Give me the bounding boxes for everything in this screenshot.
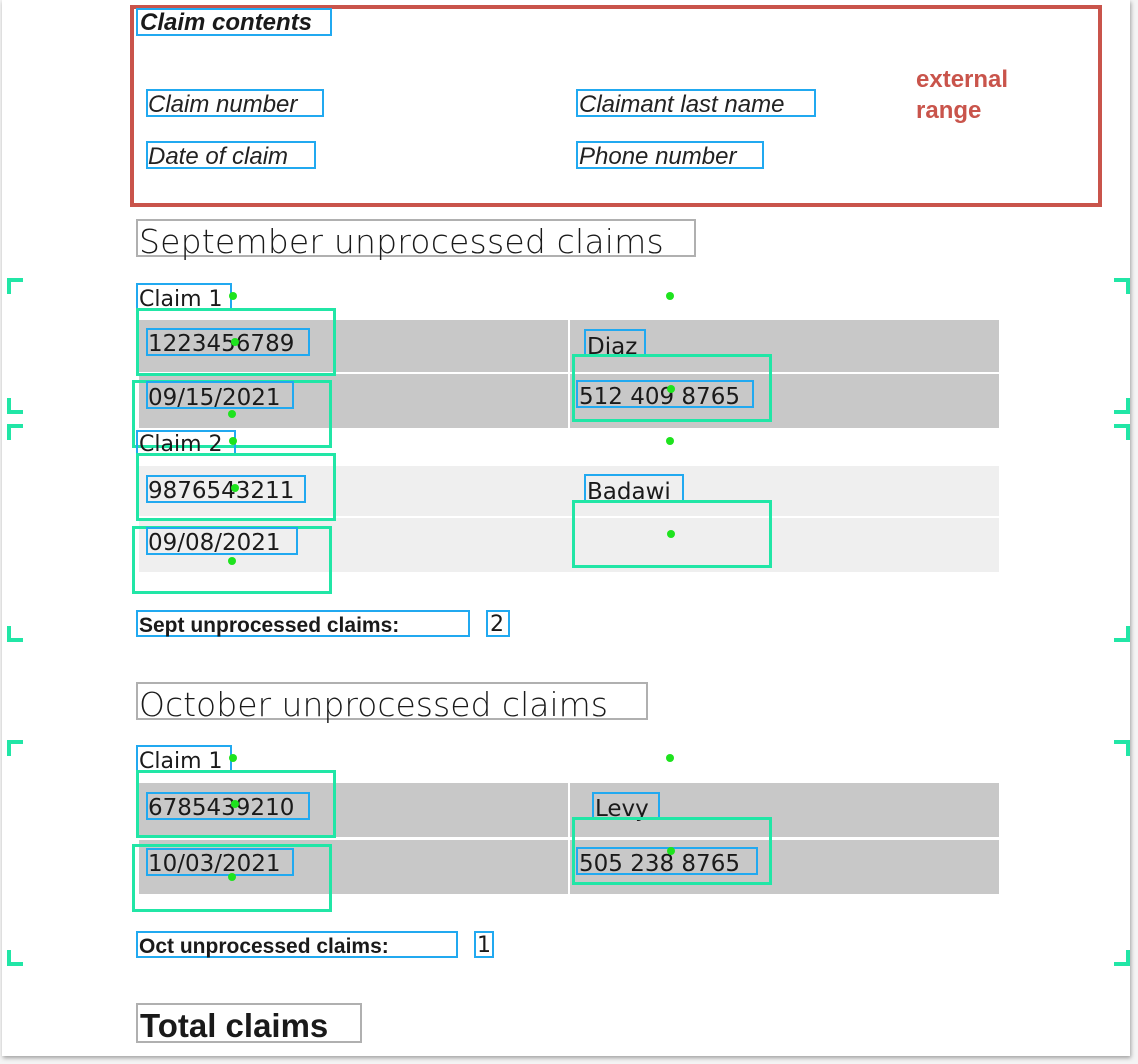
range-corner-bottom-right (1114, 626, 1130, 642)
sept-claim-2-date: 09/08/2021 (148, 530, 281, 556)
external-range-label: external range (916, 66, 1009, 124)
range-corner-top-right (1114, 278, 1130, 294)
september-heading: September unprocessed claims (139, 222, 664, 261)
range-corner-top-left (7, 424, 23, 440)
oct-count-label: Oct unprocessed claims: (139, 935, 389, 958)
range-corner-bottom-right (1114, 398, 1130, 414)
sept-claim-1-number: 1223456789 (148, 331, 295, 357)
claim-contents-title: Claim contents (140, 9, 313, 36)
range-corner-bottom-left (7, 626, 23, 642)
column-divider (568, 320, 570, 428)
anchor-dot (228, 873, 236, 881)
anchor-dot (231, 484, 239, 492)
anchor-dot (231, 800, 239, 808)
phone-number-field: Phone number (579, 143, 737, 170)
range-corner-bottom-left (7, 950, 23, 966)
document-page: external range Claim contents Claim numb… (2, 0, 1130, 1056)
sept-claim-1-date: 09/15/2021 (148, 385, 281, 411)
range-corner-bottom-right (1114, 950, 1130, 966)
date-of-claim-field: Date of claim (148, 143, 289, 170)
oct-claim-1-phone: 505 238 8765 (579, 851, 740, 877)
anchor-dot (228, 410, 236, 418)
oct-claim-1-date: 10/03/2021 (148, 851, 281, 877)
anchor-dot (667, 847, 675, 855)
anchor-dot (667, 385, 675, 393)
column-divider (568, 783, 570, 894)
anchor-dot (229, 292, 237, 300)
sept-claim-1-phone: 512 409 8765 (579, 384, 740, 410)
anchor-dot (231, 338, 239, 346)
sept-count-value: 2 (490, 612, 504, 637)
anchor-dot (666, 292, 674, 300)
sept-count-label: Sept unprocessed claims: (139, 614, 400, 637)
range-corner-top-right (1114, 424, 1130, 440)
range-corner-bottom-left (7, 398, 23, 414)
anchor-dot (229, 437, 237, 445)
oct-count-value: 1 (477, 933, 491, 958)
anchor-dot (229, 754, 237, 762)
anchor-dot (228, 557, 236, 565)
anchor-dot (666, 754, 674, 762)
october-heading: October unprocessed claims (139, 685, 608, 724)
range-corner-top-left (7, 740, 23, 756)
sept-claim-2-number: 9876543211 (148, 478, 295, 504)
claimant-last-name-field: Claimant last name (579, 91, 785, 118)
anchor-dot (667, 530, 675, 538)
total-claims-heading: Total claims (140, 1007, 329, 1044)
anchor-dot (666, 437, 674, 445)
range-corner-top-left (7, 278, 23, 294)
range-corner-top-right (1114, 740, 1130, 756)
claim-number-field: Claim number (148, 91, 298, 118)
oct-claim-1-number: 6785439210 (148, 795, 295, 821)
